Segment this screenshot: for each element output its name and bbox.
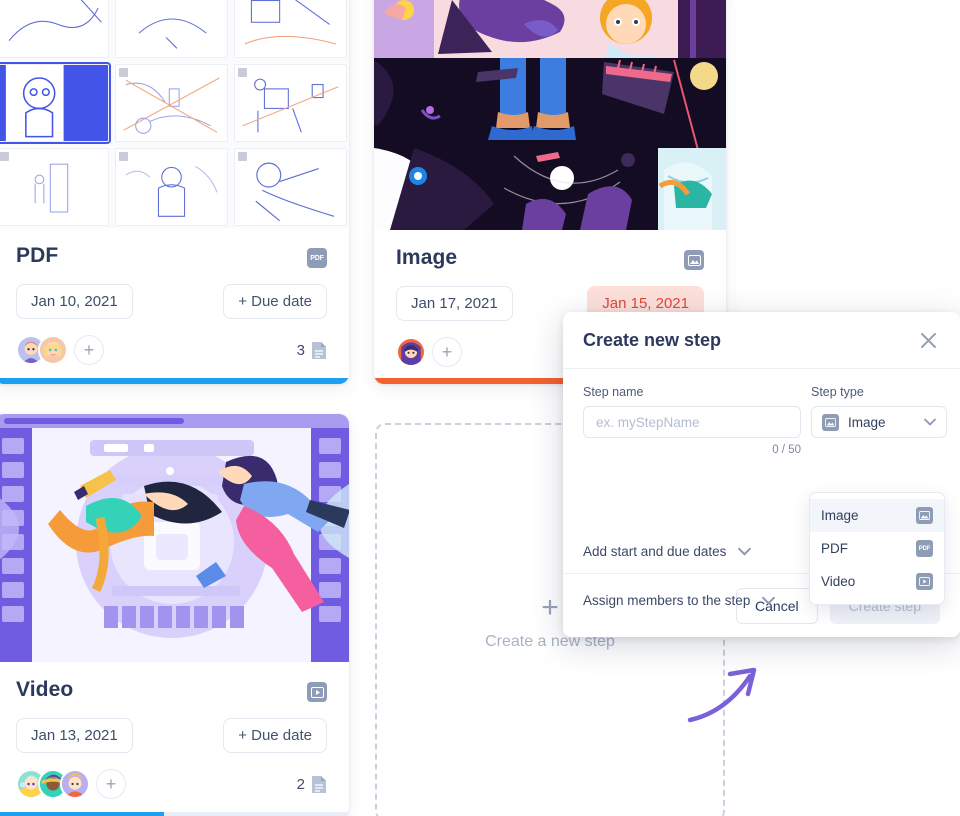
- avatar[interactable]: [60, 769, 90, 799]
- step-type-selected-label: Image: [848, 414, 886, 430]
- step-type-label: Step type: [811, 385, 864, 399]
- card-meta-row: + 2: [16, 769, 327, 799]
- attachment-count: 3: [297, 341, 327, 360]
- step-type-field-group: Step type Image: [811, 385, 947, 456]
- close-icon[interactable]: [916, 328, 940, 352]
- storyboard-thumb[interactable]: [234, 0, 347, 58]
- modal-header: Create new step: [563, 312, 960, 369]
- dropdown-option-label: Image: [821, 508, 859, 523]
- card-thumbnail-pdf: [0, 0, 349, 228]
- image-badge-icon: [684, 250, 704, 270]
- dropdown-option-label: Video: [821, 574, 856, 589]
- chevron-down-icon: [738, 547, 752, 556]
- step-name-field-group: Step name 0 / 50: [583, 385, 801, 456]
- storyboard-thumb[interactable]: [0, 0, 109, 58]
- pdf-badge-icon: PDF: [916, 540, 933, 557]
- avatar[interactable]: [396, 337, 426, 367]
- accordion-assign-members[interactable]: Assign members to the step: [583, 593, 776, 608]
- accordion-label: Assign members to the step: [583, 593, 751, 608]
- dropdown-option-pdf[interactable]: PDF PDF: [810, 532, 944, 565]
- modal-field-row: Step name 0 / 50 Step type Image: [583, 385, 947, 456]
- storyboard-thumb[interactable]: [0, 148, 109, 226]
- progress-fill: [0, 812, 165, 816]
- card-title: Video: [16, 678, 74, 701]
- card-thumbnail-video: [0, 414, 349, 662]
- dropdown-option-video[interactable]: Video: [810, 565, 944, 598]
- storyboard-thumb-grid: [0, 0, 349, 228]
- add-member-button[interactable]: +: [432, 337, 462, 367]
- progress-bar-video: [0, 812, 349, 816]
- dropdown-option-image[interactable]: Image: [810, 499, 944, 532]
- chevron-down-icon: [924, 418, 936, 426]
- card-title-row: PDF PDF: [16, 242, 327, 268]
- progress-bar-pdf: [0, 378, 349, 384]
- attachment-count-value: 2: [296, 775, 305, 793]
- member-avatars: +: [16, 769, 126, 799]
- card-thumbnail-image: [374, 0, 726, 230]
- start-date-chip[interactable]: Jan 13, 2021: [16, 718, 133, 753]
- member-avatars: +: [396, 337, 462, 367]
- card-title: Image: [396, 246, 458, 269]
- create-new-step-modal: Create new step Step name 0 / 50 Step ty…: [563, 312, 960, 637]
- avatar[interactable]: [38, 335, 68, 365]
- document-icon: [311, 341, 327, 360]
- step-type-dropdown[interactable]: Image PDF PDF Video: [809, 492, 945, 605]
- video-badge-icon: [916, 573, 933, 590]
- storyboard-thumb[interactable]: [234, 148, 347, 226]
- plus-icon: +: [541, 591, 559, 624]
- start-date-chip[interactable]: Jan 10, 2021: [16, 284, 133, 319]
- modal-body: Step name 0 / 50 Step type Image: [563, 369, 960, 608]
- due-date-chip[interactable]: + Due date: [223, 718, 327, 753]
- add-member-button[interactable]: +: [74, 335, 104, 365]
- modal-title: Create new step: [583, 329, 722, 350]
- dropdown-option-label: PDF: [821, 541, 848, 556]
- member-avatars: +: [16, 335, 104, 365]
- character-counter: 0 / 50: [772, 444, 801, 456]
- step-card-video[interactable]: Video Jan 13, 2021 + Due date + 2: [0, 414, 349, 816]
- storyboard-thumb[interactable]: [234, 64, 347, 142]
- video-badge-icon: [307, 682, 327, 702]
- attachment-count: 2: [297, 775, 327, 794]
- storyboard-thumb[interactable]: [115, 148, 228, 226]
- storyboard-thumb[interactable]: [115, 64, 228, 142]
- image-badge-icon: [822, 413, 839, 431]
- board-canvas: PDF PDF Jan 10, 2021 + Due date + 3 Imag…: [0, 0, 960, 816]
- card-title-row: Image: [396, 244, 704, 270]
- storyboard-thumb-selected[interactable]: [0, 62, 111, 144]
- due-date-chip[interactable]: + Due date: [223, 284, 327, 319]
- step-name-label: Step name: [583, 385, 644, 399]
- accordion-start-due-dates[interactable]: Add start and due dates: [583, 544, 752, 559]
- step-type-select[interactable]: Image: [811, 406, 947, 438]
- step-name-input[interactable]: [583, 406, 801, 438]
- card-body-video: Video Jan 13, 2021 + Due date + 2: [0, 662, 349, 811]
- accordion-label: Add start and due dates: [583, 544, 727, 559]
- image-badge-icon: [916, 507, 933, 524]
- card-title: PDF: [16, 244, 59, 267]
- document-icon: [311, 775, 327, 794]
- pdf-badge-icon: PDF: [307, 248, 327, 268]
- step-card-pdf[interactable]: PDF PDF Jan 10, 2021 + Due date + 3: [0, 0, 349, 384]
- storyboard-thumb[interactable]: [115, 0, 228, 58]
- progress-fill: [0, 378, 349, 384]
- card-title-row: Video: [16, 676, 327, 702]
- card-meta-row: + 3: [16, 335, 327, 365]
- start-date-chip[interactable]: Jan 17, 2021: [396, 286, 513, 321]
- add-member-button[interactable]: +: [96, 769, 126, 799]
- card-date-row: Jan 13, 2021 + Due date: [16, 718, 327, 753]
- chevron-down-icon: [762, 596, 776, 605]
- attachment-count-value: 3: [296, 341, 305, 359]
- card-date-row: Jan 10, 2021 + Due date: [16, 284, 327, 319]
- card-body-pdf: PDF PDF Jan 10, 2021 + Due date + 3: [0, 228, 349, 377]
